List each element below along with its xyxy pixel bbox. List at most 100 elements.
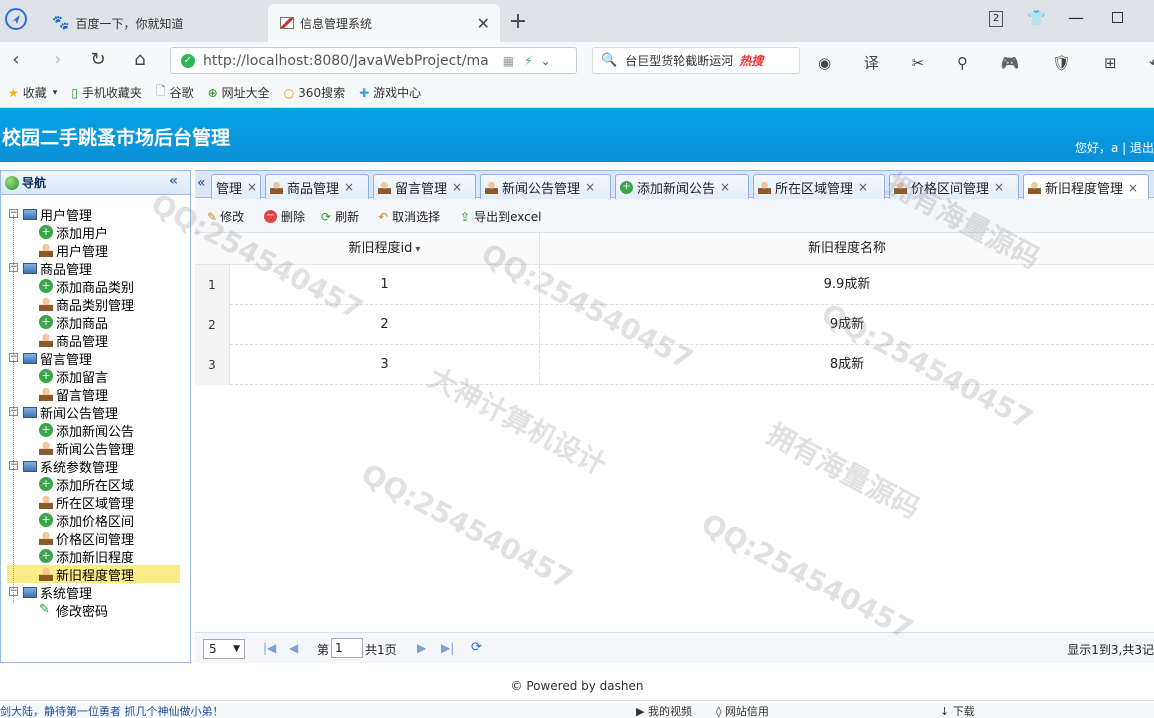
- welcome-text[interactable]: 您好，a | 退出: [1075, 139, 1154, 156]
- tab-5[interactable]: 所在区域管理 ×: [753, 174, 885, 199]
- nav-item[interactable]: 所在区域管理: [39, 493, 134, 512]
- status-news-text[interactable]: 剑大陆，静待第一位勇者 抓几个神仙做小弟！: [0, 703, 224, 718]
- extension-icons[interactable]: ◉ 译 ✂ ⚲ 🎮 🛡 ⊞ ↶: [818, 52, 1154, 73]
- collapse-icon[interactable]: «: [169, 173, 178, 189]
- reload-icon[interactable]: ↻: [86, 48, 110, 72]
- cell-id: 1: [230, 265, 540, 305]
- nav-item[interactable]: + 添加商品类别: [39, 277, 134, 296]
- site-credit-link[interactable]: ◊ 网站信用: [716, 703, 769, 718]
- download-link[interactable]: ↓ 下载: [940, 703, 975, 718]
- nav-item[interactable]: + 添加价格区间: [39, 511, 134, 530]
- delete-button[interactable]: − 删除: [264, 208, 305, 225]
- table-row[interactable]: 1 1 9.9成新: [195, 265, 1154, 305]
- back-icon[interactable]: ‹: [4, 48, 28, 72]
- table-row[interactable]: 3 3 8成新: [195, 345, 1154, 385]
- qr-icon[interactable]: ▦: [503, 54, 514, 68]
- close-tab-icon[interactable]: ×: [247, 180, 257, 194]
- address-bar[interactable]: ✓ http://localhost:8080/JavaWebProject/m…: [170, 47, 577, 74]
- nav-item[interactable]: 商品管理: [39, 331, 108, 350]
- browser-tab-title: 信息管理系统: [300, 16, 373, 31]
- tab-0[interactable]: 管理 ×: [211, 174, 261, 199]
- nav-item[interactable]: + 添加所在区域: [39, 475, 134, 494]
- edit-button[interactable]: ✎ 修改: [207, 208, 244, 225]
- minimize-icon[interactable]: —: [1068, 8, 1084, 27]
- bookmark-google[interactable]: 🗋 谷歌: [156, 82, 194, 103]
- browser-tab-baidu[interactable]: 🐾 百度一下，你就知道: [40, 4, 268, 42]
- tab-6[interactable]: 价格区间管理 ×: [889, 174, 1019, 199]
- nav-panel-header: 导航 «: [1, 171, 190, 195]
- video-link[interactable]: ▶ 我的视频: [636, 703, 692, 718]
- nav-group-1[interactable]: 商品管理: [23, 259, 92, 278]
- scroll-left-icon[interactable]: «: [197, 175, 206, 191]
- refresh-button[interactable]: ⟳ 刷新: [321, 208, 359, 225]
- home-icon[interactable]: ⌂: [128, 48, 152, 72]
- dropdown-icon[interactable]: ⌄: [541, 54, 551, 68]
- grid-pager: 5 ▼ |◀ ◀ 第 1 共1页 ▶ ▶| ⟳ 显示1到3,共3记: [195, 632, 1154, 663]
- browser-tab-active[interactable]: 信息管理系统 ✕: [268, 4, 500, 42]
- page-label: 第: [317, 643, 330, 657]
- browser-logo-icon[interactable]: [4, 8, 28, 32]
- close-tab-icon[interactable]: ×: [994, 180, 1004, 194]
- bookmark-mobile[interactable]: ▯ 手机收藏夹: [71, 84, 142, 101]
- table-row[interactable]: 2 2 9成新: [195, 305, 1154, 345]
- tab-3[interactable]: 新闻公告管理 ×: [480, 174, 611, 199]
- tab-2[interactable]: 留言管理 ×: [373, 174, 476, 199]
- page-number-input[interactable]: 1: [331, 638, 363, 658]
- nav-item[interactable]: 价格区间管理: [39, 529, 134, 548]
- close-tab-icon[interactable]: ×: [452, 180, 462, 194]
- grid-header-name[interactable]: 新旧程度名称: [540, 233, 1154, 265]
- pencil-icon: ✎: [39, 602, 50, 617]
- nav-item[interactable]: 新闻公告管理: [39, 439, 134, 458]
- bookmark-360[interactable]: ○ 360搜索: [284, 84, 345, 101]
- bookmark-favorites[interactable]: ★ 收藏 ▾: [8, 84, 57, 101]
- close-tab-icon[interactable]: ×: [344, 180, 354, 194]
- page-size-select[interactable]: 5 ▼: [203, 639, 245, 659]
- nav-group-4[interactable]: 系统参数管理: [23, 457, 118, 476]
- nav-item[interactable]: 新旧程度管理: [7, 565, 180, 584]
- nav-group-2[interactable]: 留言管理: [23, 349, 92, 368]
- tab-1[interactable]: 商品管理 ×: [265, 174, 369, 199]
- nav-item[interactable]: + 添加新旧程度: [39, 547, 134, 566]
- tab-4[interactable]: + 添加新闻公告 ×: [615, 174, 749, 199]
- close-tab-icon[interactable]: ✕: [477, 14, 490, 33]
- new-tab-icon[interactable]: +: [506, 10, 530, 34]
- url-text: http://localhost:8080/JavaWebProject/ma: [203, 52, 489, 69]
- nav-item[interactable]: 留言管理: [39, 385, 108, 404]
- close-tab-icon[interactable]: ×: [585, 180, 595, 194]
- close-tab-icon[interactable]: ×: [720, 180, 730, 194]
- add-icon: +: [39, 369, 53, 383]
- last-page-icon[interactable]: ▶|: [441, 641, 454, 655]
- nav-item[interactable]: ✎ 修改密码: [39, 601, 108, 620]
- nav-item[interactable]: 商品类别管理: [39, 295, 134, 314]
- skin-icon[interactable]: 👕: [1027, 9, 1046, 27]
- prev-page-icon[interactable]: ◀: [289, 641, 298, 655]
- user-icon: [39, 387, 53, 401]
- nav-item[interactable]: 用户管理: [39, 241, 108, 260]
- reload-page-icon[interactable]: ⟳: [471, 640, 482, 655]
- nav-item[interactable]: + 添加新闻公告: [39, 421, 134, 440]
- bookmark-sites[interactable]: ⊕ 网址大全: [208, 84, 270, 101]
- browser-search-box[interactable]: 🔍 台巨型货轮截断运河 热搜: [592, 47, 800, 74]
- close-tab-icon[interactable]: ×: [1128, 181, 1138, 195]
- nav-item[interactable]: + 添加商品: [39, 313, 108, 332]
- first-page-icon[interactable]: |◀: [263, 641, 276, 655]
- nav-item[interactable]: + 添加用户: [39, 223, 108, 242]
- tab-7[interactable]: 新旧程度管理 ×: [1023, 174, 1149, 200]
- export-button[interactable]: ⇪ 导出到excel: [460, 208, 541, 225]
- tab-count-badge[interactable]: 2: [989, 11, 1003, 27]
- row-number: 1: [195, 265, 230, 305]
- lightning-icon[interactable]: ⚡: [524, 54, 532, 68]
- user-icon: [39, 297, 53, 311]
- nav-group-5[interactable]: 系统管理: [23, 583, 92, 602]
- nav-group-0[interactable]: 用户管理: [23, 205, 92, 224]
- cancel-select-button[interactable]: ↶ 取消选择: [378, 208, 440, 225]
- maximize-icon[interactable]: [1112, 12, 1123, 23]
- grid-header-id[interactable]: 新旧程度id ▾: [230, 233, 540, 265]
- nav-item[interactable]: + 添加留言: [39, 367, 108, 386]
- nav-group-3[interactable]: 新闻公告管理: [23, 403, 118, 422]
- forward-icon[interactable]: ›: [46, 48, 70, 72]
- bookmark-games[interactable]: ✚ 游戏中心: [359, 84, 421, 101]
- next-page-icon[interactable]: ▶: [417, 641, 426, 655]
- close-tab-icon[interactable]: ×: [858, 180, 868, 194]
- bookmarks-bar: ★ 收藏 ▾ ▯ 手机收藏夹 🗋 谷歌 ⊕ 网址大全 ○ 360搜索 ✚ 游戏中心: [0, 78, 1154, 108]
